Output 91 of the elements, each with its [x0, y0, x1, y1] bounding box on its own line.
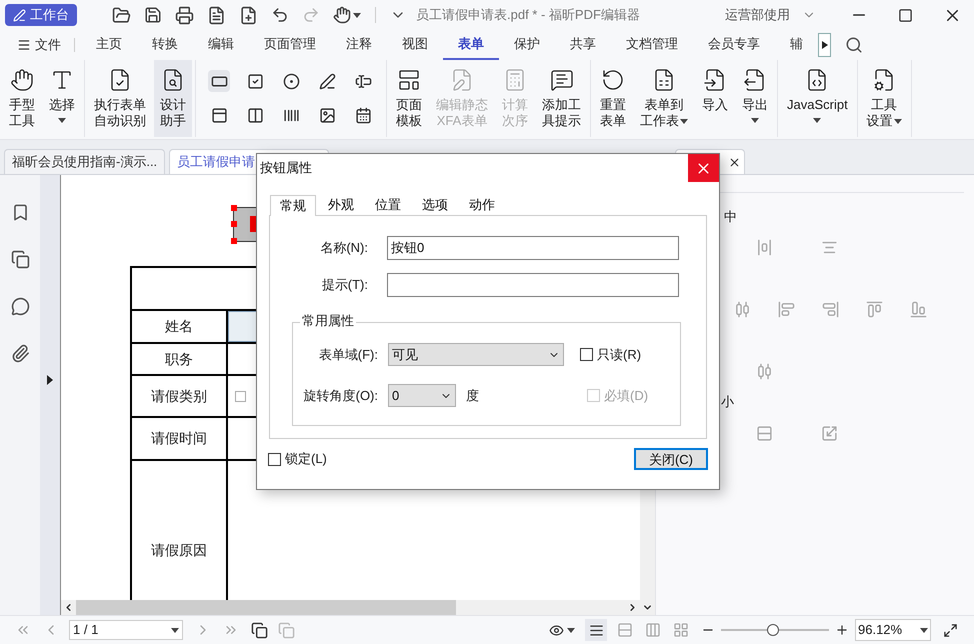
- caret-icon: [171, 628, 179, 632]
- menu-tab[interactable]: 转换: [137, 30, 193, 60]
- rotation-select[interactable]: 0: [388, 384, 456, 407]
- section-heading: 中: [724, 208, 738, 226]
- dialog-tab[interactable]: 常规: [270, 195, 316, 216]
- field-label: 旋转角度(O):: [302, 386, 378, 405]
- menu-tab[interactable]: 视图: [387, 30, 443, 60]
- menu-tab[interactable]: 主页: [81, 30, 137, 60]
- name-field[interactable]: 按钮0: [387, 236, 679, 260]
- ribbon-tool-button[interactable]: 导出: [736, 60, 774, 137]
- account-label[interactable]: 运营部使用: [725, 5, 790, 25]
- close-dialog-button[interactable]: 关闭(C): [634, 448, 708, 470]
- form-label: 职务: [165, 350, 193, 368]
- menu-tab[interactable]: 共享: [555, 30, 611, 60]
- search-icon[interactable]: [845, 36, 863, 54]
- print-icon[interactable]: [175, 6, 194, 24]
- document-icon[interactable]: [207, 6, 226, 24]
- fullscreen-icon[interactable]: [943, 622, 958, 638]
- close-icon[interactable]: [728, 156, 741, 168]
- tooltip-field[interactable]: [387, 273, 679, 297]
- ribbon-tool-button[interactable]: 选择: [43, 60, 81, 137]
- menu-icon: [17, 38, 31, 52]
- field-label: 表单域(F):: [318, 346, 378, 364]
- zoom-field[interactable]: 96.12%: [855, 619, 931, 641]
- file-menu[interactable]: 文件: [17, 35, 61, 55]
- group-title: 常用属性: [300, 313, 356, 329]
- ribbon-tool-button[interactable]: 手型 工具: [3, 60, 41, 137]
- open-folder-icon[interactable]: [112, 6, 131, 24]
- menu-tab[interactable]: 注释: [331, 30, 387, 60]
- ribbon-tool-button[interactable]: 导入: [696, 60, 734, 137]
- attachment-icon[interactable]: [10, 344, 30, 363]
- workspace-button[interactable]: 工作台: [5, 4, 77, 26]
- ribbon-tool-button[interactable]: 执行表单 自动识别: [88, 60, 152, 137]
- pen-icon: [13, 8, 26, 22]
- maximize-icon[interactable]: [898, 8, 913, 22]
- dialog-tab[interactable]: 外观: [319, 194, 363, 215]
- comment-icon: [550, 68, 574, 92]
- form-label: 请假类别: [151, 386, 207, 406]
- dialog-tab[interactable]: 动作: [460, 194, 504, 215]
- triangle-right-icon: [822, 41, 828, 49]
- ribbon-tool-button[interactable]: 设计 助手: [154, 60, 192, 137]
- checkbox[interactable]: [235, 390, 246, 402]
- undo-icon[interactable]: [271, 6, 289, 24]
- ribbon-tool-button[interactable]: 表单到 工作表: [634, 60, 694, 137]
- dialog-tab[interactable]: 选项: [413, 194, 457, 215]
- menu-tab[interactable]: 会员专享: [693, 30, 775, 60]
- caret-icon: [353, 12, 361, 18]
- section-heading: 小: [721, 392, 735, 410]
- ribbon-tool-button[interactable]: 添加工 具提示: [536, 60, 587, 137]
- form-label: 请假原因: [151, 540, 207, 560]
- field-label: 提示(T):: [320, 276, 368, 294]
- zoom-slider[interactable]: [721, 624, 829, 636]
- close-button[interactable]: [688, 154, 719, 182]
- single-page-icon[interactable]: [585, 619, 607, 641]
- ribbon-tool-button[interactable]: JavaScript: [781, 60, 854, 137]
- template-icon: [397, 68, 421, 92]
- scroll-right-button[interactable]: [818, 33, 831, 57]
- ribbon-tool-button[interactable]: 页面 模板: [390, 60, 428, 137]
- form-label: 请假时间: [151, 429, 207, 448]
- expand-arrow-icon[interactable]: [47, 375, 53, 385]
- reset-icon: [601, 68, 625, 92]
- menu-tab[interactable]: 页面管理: [249, 30, 331, 60]
- zoom-in-icon[interactable]: [835, 623, 849, 637]
- unit-label: 度: [466, 386, 479, 405]
- menu-tab[interactable]: 保护: [499, 30, 555, 60]
- ribbon-tool-button[interactable]: 工具 设置: [860, 60, 908, 137]
- comment-icon[interactable]: [10, 297, 30, 316]
- save-icon[interactable]: [144, 6, 162, 24]
- form-field-select[interactable]: 可见: [388, 343, 564, 366]
- field-label: 名称(N):: [319, 239, 368, 258]
- checkbox[interactable]: 只读(R): [580, 344, 642, 364]
- menu-tab[interactable]: 编辑: [193, 30, 249, 60]
- checkbox[interactable]: 锁定(L): [268, 449, 327, 469]
- push-button-icon[interactable]: [208, 70, 230, 92]
- hand-icon: [10, 68, 34, 92]
- menu-tab[interactable]: 文档管理: [611, 30, 693, 60]
- page-field[interactable]: 1 / 1: [69, 620, 183, 640]
- document-tab[interactable]: 福昕会员使用指南-演示...: [4, 149, 166, 174]
- hand-menu-icon[interactable]: [333, 6, 361, 24]
- caret-icon: [920, 628, 928, 632]
- window-title: 员工请假申请表.pdf * - 福昕PDF编辑器: [416, 6, 640, 24]
- caret-icon: [567, 628, 575, 632]
- scrollbar-thumb[interactable]: [76, 600, 456, 615]
- view-mode-icon[interactable]: [549, 622, 575, 638]
- new-document-icon[interactable]: [239, 6, 258, 24]
- pages-icon[interactable]: [10, 250, 30, 269]
- menu-tab[interactable]: 表单: [443, 30, 499, 60]
- dialog-tab[interactable]: 位置: [366, 194, 410, 215]
- form-label: 姓名: [165, 317, 193, 336]
- menu-tab[interactable]: 辅: [775, 30, 818, 60]
- ribbon-tool-button[interactable]: 重置 表单: [594, 60, 632, 137]
